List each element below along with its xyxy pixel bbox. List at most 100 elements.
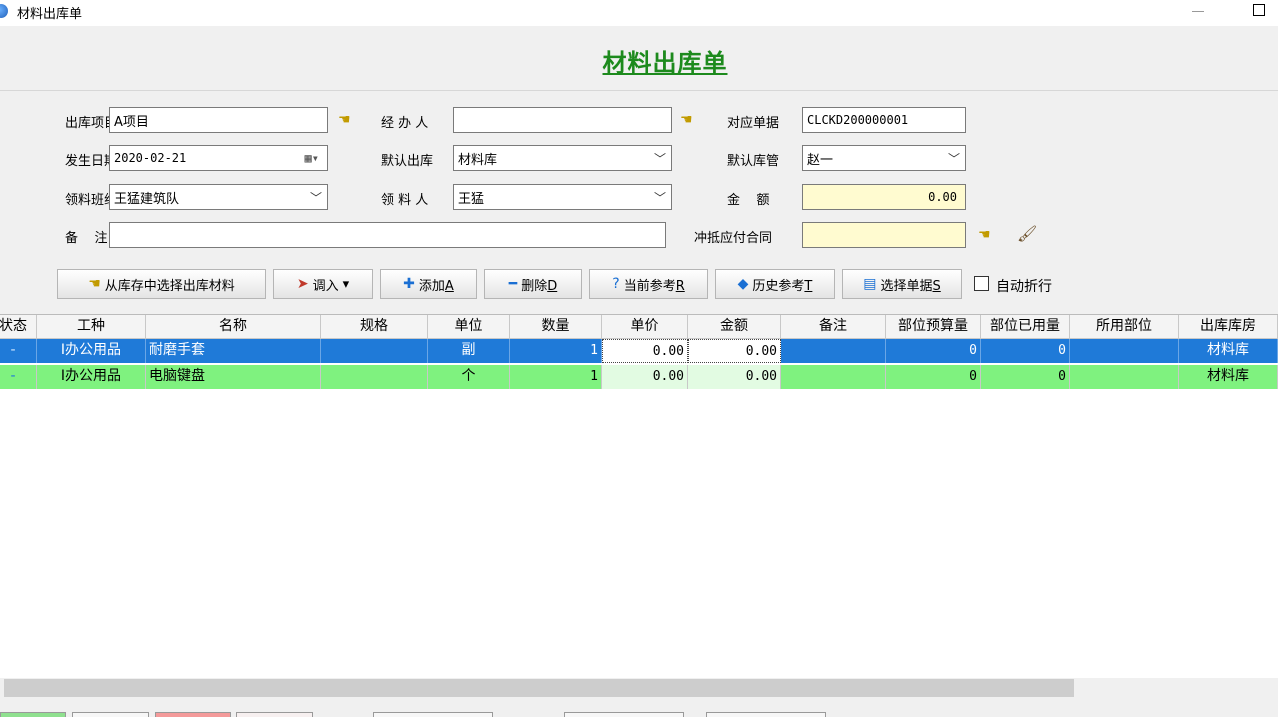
default-keeper-select[interactable]: 赵一 ﹀	[802, 145, 966, 171]
col-header-warehouse[interactable]: 出库库房	[1179, 315, 1278, 339]
unit-cell[interactable]: 个	[428, 365, 510, 389]
handler-label: 经 办 人	[381, 116, 429, 131]
spec-cell[interactable]	[321, 365, 428, 389]
table-row[interactable]: - I办公用品 耐磨手套 副 1 0.00 0.00 0 0 材料库	[0, 339, 1278, 363]
note-cell[interactable]	[781, 339, 886, 363]
legend-swatch	[0, 712, 66, 717]
col-header-used[interactable]: 部位已用量	[981, 315, 1070, 339]
finger-point-icon[interactable]: ☚	[338, 112, 351, 128]
minus-icon: ━	[508, 276, 518, 292]
ref-doc-input[interactable]: CLCKD200000001	[802, 107, 966, 133]
receiver-select[interactable]: 王猛 ﹀	[453, 184, 672, 210]
col-header-trade[interactable]: 工种	[37, 315, 146, 339]
auto-wrap-checkbox[interactable]	[974, 276, 989, 291]
trade-cell[interactable]: I办公用品	[37, 365, 146, 389]
scrollbar-thumb[interactable]	[4, 679, 1074, 697]
col-header-status[interactable]: 状态	[0, 315, 37, 339]
used-cell[interactable]: 0	[981, 365, 1070, 389]
default-out-select[interactable]: 材料库 ﹀	[453, 145, 672, 171]
price-cell[interactable]: 0.00	[602, 339, 688, 363]
budget-cell[interactable]: 0	[886, 339, 981, 363]
date-picker[interactable]: 2020-02-21 ▦▾	[109, 145, 328, 171]
col-header-name[interactable]: 名称	[146, 315, 321, 339]
warehouse-cell[interactable]: 材料库	[1179, 365, 1278, 389]
receiver-label: 领 料 人	[381, 193, 429, 208]
col-header-qty[interactable]: 数量	[510, 315, 602, 339]
bottom-bar	[0, 700, 1278, 717]
horizontal-scrollbar[interactable]	[0, 678, 1278, 698]
bottom-button[interactable]	[706, 712, 826, 717]
table-row[interactable]: - I办公用品 电脑键盘 个 1 0.00 0.00 0 0 材料库	[0, 365, 1278, 389]
divider	[0, 90, 1278, 91]
qty-cell[interactable]: 1	[510, 365, 602, 389]
name-cell[interactable]: 电脑键盘	[146, 365, 321, 389]
amount-cell[interactable]: 0.00	[688, 339, 781, 363]
used-cell[interactable]: 0	[981, 339, 1070, 363]
amount-cell[interactable]: 0.00	[688, 365, 781, 389]
col-header-budget[interactable]: 部位预算量	[886, 315, 981, 339]
default-out-label: 默认出库	[381, 154, 434, 169]
unit-cell[interactable]: 副	[428, 339, 510, 363]
finger-point-icon: ☚	[88, 276, 101, 292]
help-cursor-icon: ?	[612, 276, 620, 292]
col-header-price[interactable]: 单价	[602, 315, 688, 339]
project-input[interactable]: A项目	[109, 107, 328, 133]
data-grid[interactable]: 状态 工种 名称 规格 单位 数量 单价 金额 备注 部位预算量 部位已用量 所…	[0, 314, 1278, 678]
import-icon: ➤	[296, 276, 309, 292]
status-cell[interactable]: -	[0, 339, 37, 363]
bottom-button[interactable]	[373, 712, 493, 717]
amount-input[interactable]: 0.00	[802, 184, 966, 210]
chevron-down-icon: ﹀	[653, 191, 666, 205]
legend-swatch	[236, 712, 313, 717]
minimize-button[interactable]	[1192, 11, 1204, 12]
ref-doc-label: 对应单据	[727, 116, 780, 131]
handler-input[interactable]	[453, 107, 672, 133]
auto-wrap-label: 自动折行	[996, 279, 1052, 295]
team-select[interactable]: 王猛建筑队 ﹀	[109, 184, 328, 210]
current-ref-button[interactable]: ? 当前参考R	[589, 269, 708, 299]
form-title: 材料出库单	[602, 48, 728, 77]
price-cell[interactable]: 0.00	[602, 365, 688, 389]
delete-button[interactable]: ━ 删除D	[484, 269, 582, 299]
chevron-down-icon: ﹀	[947, 152, 960, 166]
calendar-icon[interactable]: ▦▾	[305, 151, 319, 165]
col-header-part[interactable]: 所用部位	[1070, 315, 1179, 339]
import-button[interactable]: ➤ 调入 ▾	[273, 269, 373, 299]
form-header: 材料出库单	[0, 34, 1278, 88]
select-from-stock-button[interactable]: ☚ 从库存中选择出库材料	[57, 269, 266, 299]
bottom-button[interactable]	[564, 712, 684, 717]
remark-input[interactable]	[109, 222, 666, 248]
history-icon: ◆	[737, 276, 749, 292]
col-header-amount[interactable]: 金额	[688, 315, 781, 339]
offset-contract-input[interactable]	[802, 222, 966, 248]
add-button[interactable]: ✚ 添加A	[380, 269, 477, 299]
spec-cell[interactable]	[321, 339, 428, 363]
amount-label: 金 额	[727, 193, 770, 208]
part-cell[interactable]	[1070, 339, 1179, 363]
chevron-down-icon: ▾	[342, 276, 350, 292]
brush-icon[interactable]: 🖌	[1017, 224, 1037, 243]
finger-point-icon[interactable]: ☚	[978, 227, 991, 243]
history-ref-button[interactable]: ◆ 历史参考T	[715, 269, 835, 299]
grid-header: 状态 工种 名称 规格 单位 数量 单价 金额 备注 部位预算量 部位已用量 所…	[0, 315, 1278, 339]
chevron-down-icon: ﹀	[653, 152, 666, 166]
note-cell[interactable]	[781, 365, 886, 389]
budget-cell[interactable]: 0	[886, 365, 981, 389]
part-cell[interactable]	[1070, 365, 1179, 389]
select-doc-button[interactable]: ▤ 选择单据S	[842, 269, 962, 299]
name-cell[interactable]: 耐磨手套	[146, 339, 321, 363]
window-title: 材料出库单	[17, 7, 83, 22]
col-header-note[interactable]: 备注	[781, 315, 886, 339]
offset-contract-label: 冲抵应付合同	[694, 231, 773, 246]
col-header-spec[interactable]: 规格	[321, 315, 428, 339]
trade-cell[interactable]: I办公用品	[37, 339, 146, 363]
legend-swatch	[72, 712, 149, 717]
qty-cell[interactable]: 1	[510, 339, 602, 363]
status-cell[interactable]: -	[0, 365, 37, 389]
warehouse-cell[interactable]: 材料库	[1179, 339, 1278, 363]
plus-icon: ✚	[403, 276, 415, 292]
col-header-unit[interactable]: 单位	[428, 315, 510, 339]
maximize-button[interactable]	[1253, 4, 1265, 16]
app-icon	[0, 4, 8, 18]
finger-point-icon[interactable]: ☚	[680, 112, 693, 128]
